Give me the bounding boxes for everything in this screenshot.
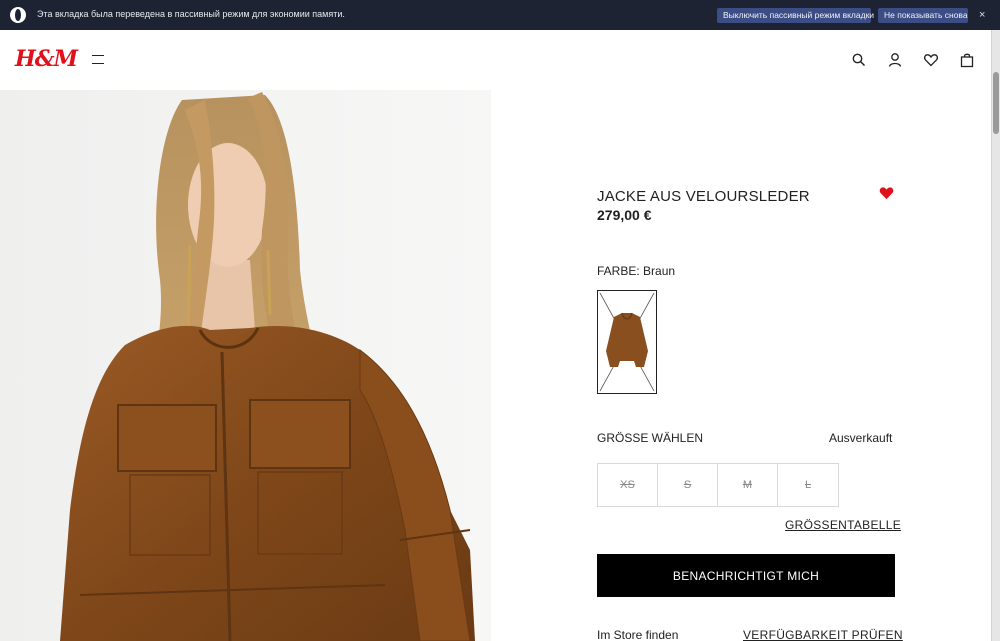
availability-status: Ausverkauft	[829, 431, 893, 445]
notify-me-button[interactable]: BENACHRICHTIGT MICH	[597, 554, 895, 597]
product-hero-image[interactable]	[0, 90, 491, 641]
banner-close-icon[interactable]: ×	[979, 8, 985, 22]
browser-notification-banner: Эта вкладка была переведена в пассивный …	[0, 0, 1000, 30]
swatch-jacket-thumbnail	[599, 292, 655, 392]
banner-message: Эта вкладка была переведена в пассивный …	[37, 9, 345, 19]
size-selector: XS S M L	[597, 463, 839, 507]
size-option-m[interactable]: M	[718, 464, 778, 506]
color-label: FARBE: Braun	[597, 264, 676, 278]
product-title: JACKE AUS VELOURSLEDER	[597, 188, 810, 205]
size-option-l[interactable]: L	[778, 464, 838, 506]
site-header: H&M	[0, 30, 991, 90]
size-option-xs[interactable]: XS	[598, 464, 658, 506]
favorite-heart-icon[interactable]	[879, 186, 894, 200]
check-availability-link[interactable]: VERFÜGBARKEIT PRÜFEN	[743, 628, 903, 641]
size-select-heading: GRÖSSE WÄHLEN	[597, 431, 704, 445]
dont-show-again-button[interactable]: Не показывать снова	[878, 8, 968, 23]
hm-logo[interactable]: H&M	[15, 46, 78, 72]
favorites-icon[interactable]	[923, 52, 939, 68]
account-icon[interactable]	[887, 52, 903, 68]
color-swatch-brown[interactable]	[597, 290, 657, 394]
search-icon[interactable]	[851, 52, 867, 68]
product-price: 279,00 €	[597, 207, 652, 223]
menu-icon[interactable]	[92, 55, 104, 64]
size-table-link[interactable]: GRÖSSENTABELLE	[785, 518, 901, 532]
opera-logo-icon	[10, 7, 26, 23]
find-in-store-label: Im Store finden	[597, 628, 679, 641]
page-scrollbar[interactable]	[991, 30, 1000, 641]
size-option-s[interactable]: S	[658, 464, 718, 506]
shopping-bag-icon[interactable]	[959, 52, 975, 68]
scrollbar-thumb[interactable]	[993, 72, 999, 134]
model-wearing-suede-jacket-illustration	[0, 90, 491, 641]
disable-passive-mode-button[interactable]: Выключить пассивный режим вкладки	[717, 8, 874, 23]
